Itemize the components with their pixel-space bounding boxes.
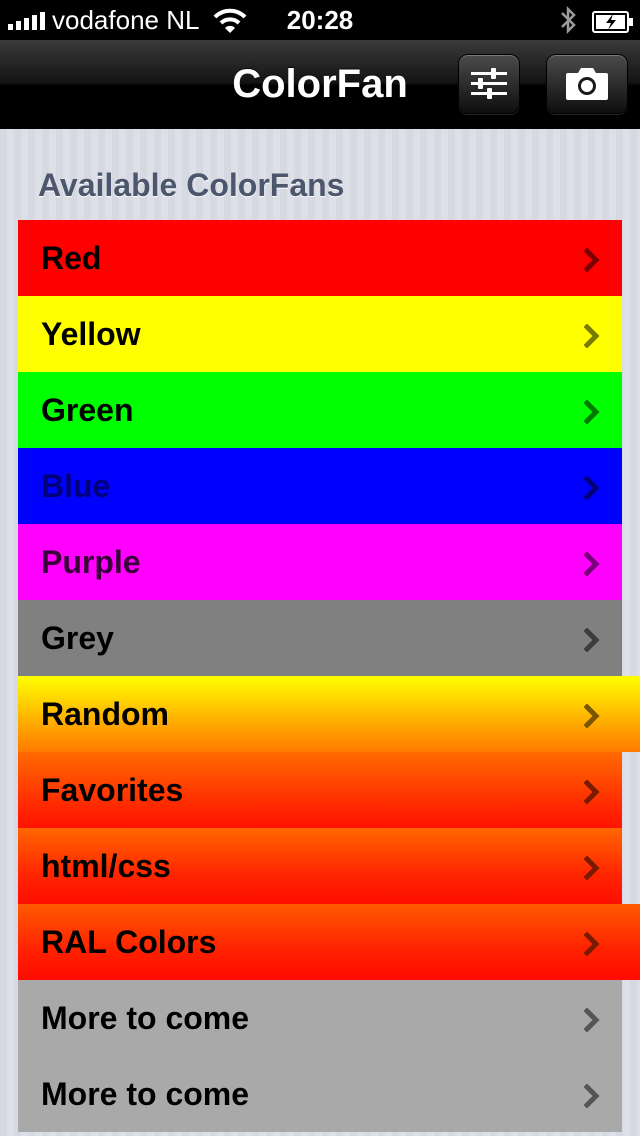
camera-icon bbox=[566, 68, 608, 100]
battery-icon bbox=[592, 9, 634, 40]
chevron-right-icon bbox=[584, 1008, 600, 1032]
status-bar: vodafone NL 20:28 bbox=[0, 0, 640, 40]
colorfan-list: Red Yellow Green Blue Purple Grey Random bbox=[18, 220, 640, 1132]
list-item-purple[interactable]: Purple bbox=[18, 524, 622, 600]
list-item-label: RAL Colors bbox=[41, 924, 217, 960]
list-item-label: More to come bbox=[41, 1000, 250, 1036]
chevron-right-icon bbox=[584, 248, 600, 272]
sliders-icon bbox=[471, 68, 507, 99]
list-item-label: Random bbox=[41, 696, 169, 732]
list-item-favorites[interactable]: Favorites bbox=[18, 752, 622, 828]
list-item-green[interactable]: Green bbox=[18, 372, 622, 448]
list-item-label: Purple bbox=[41, 544, 141, 580]
navigation-bar: ColorFan bbox=[0, 40, 640, 129]
list-item-blue[interactable]: Blue bbox=[18, 448, 622, 524]
list-item-label: Blue bbox=[41, 468, 111, 504]
chevron-right-icon bbox=[584, 476, 600, 500]
chevron-right-icon bbox=[584, 780, 600, 804]
list-item-label: Yellow bbox=[41, 316, 141, 352]
list-item-label: More to come bbox=[41, 1076, 250, 1112]
content-area: Available ColorFans Red Yellow Green Blu… bbox=[0, 129, 640, 1136]
app-title: ColorFan bbox=[232, 62, 408, 106]
bluetooth-icon bbox=[558, 4, 578, 43]
list-item-red[interactable]: Red bbox=[18, 220, 622, 296]
list-item-label: Red bbox=[41, 240, 102, 276]
chevron-right-icon bbox=[584, 932, 600, 956]
section-title: Available ColorFans bbox=[38, 167, 345, 203]
list-item-html-css[interactable]: html/css bbox=[18, 828, 622, 904]
status-time: 20:28 bbox=[286, 5, 354, 35]
list-item-random[interactable]: Random bbox=[18, 676, 640, 752]
chevron-right-icon bbox=[584, 324, 600, 348]
list-item-more-to-come[interactable]: More to come bbox=[18, 980, 622, 1056]
chevron-right-icon bbox=[584, 1084, 600, 1108]
chevron-right-icon bbox=[584, 400, 600, 424]
list-item-label: Green bbox=[41, 392, 134, 428]
chevron-right-icon bbox=[584, 552, 600, 576]
list-item-grey[interactable]: Grey bbox=[18, 600, 622, 676]
chevron-right-icon bbox=[584, 704, 600, 728]
list-item-label: Favorites bbox=[41, 772, 184, 808]
list-item-ral-colors[interactable]: RAL Colors bbox=[18, 904, 640, 980]
list-item-label: html/css bbox=[41, 848, 171, 884]
list-item-more-to-come[interactable]: More to come bbox=[18, 1056, 622, 1132]
settings-button[interactable] bbox=[458, 54, 520, 114]
chevron-right-icon bbox=[584, 856, 600, 880]
list-item-yellow[interactable]: Yellow bbox=[18, 296, 622, 372]
camera-button[interactable] bbox=[546, 54, 628, 114]
list-item-label: Grey bbox=[41, 620, 114, 656]
chevron-right-icon bbox=[584, 628, 600, 652]
